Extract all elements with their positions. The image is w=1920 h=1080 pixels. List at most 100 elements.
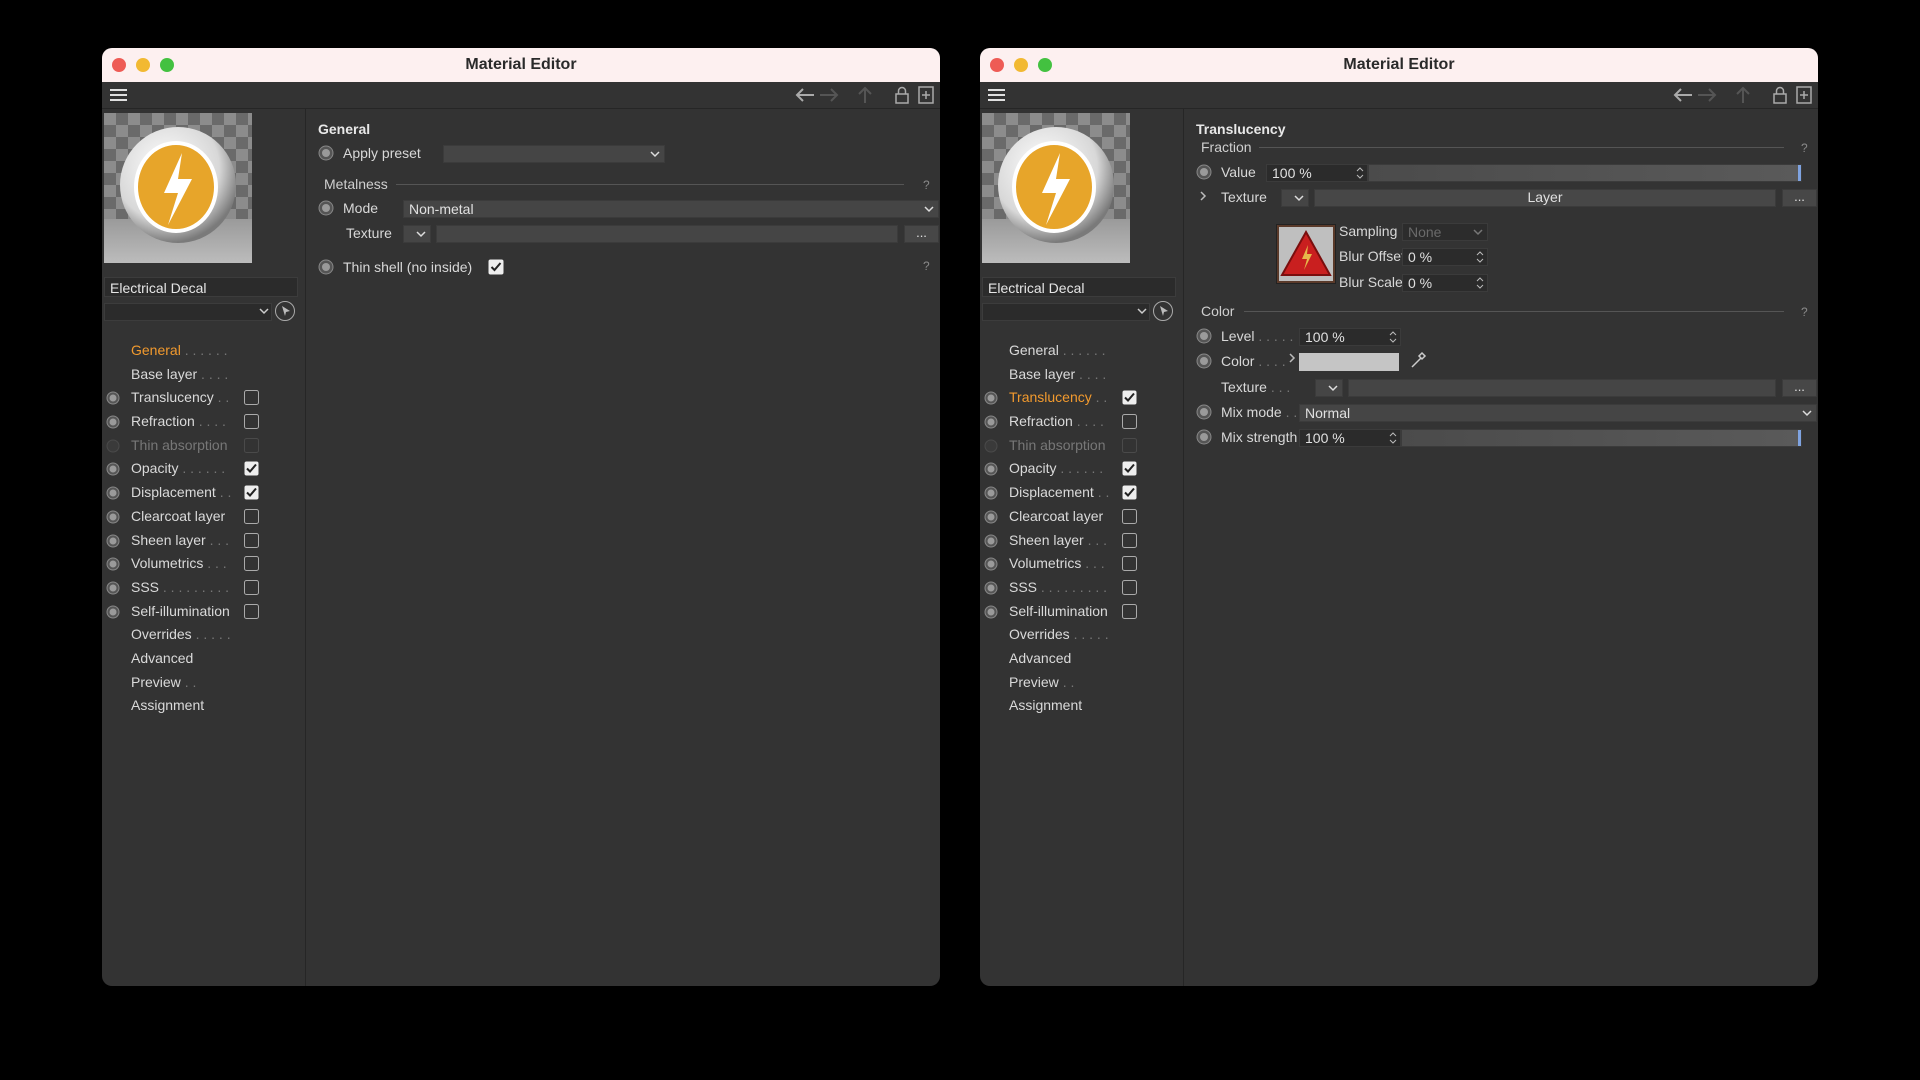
texture2-menu-button[interactable]	[1315, 379, 1343, 397]
mode-dropdown[interactable]: Non-metal	[403, 200, 939, 218]
nav-item-assignment[interactable]: Assignment	[980, 694, 1183, 718]
blur-offset-input[interactable]: 0 %	[1402, 248, 1488, 266]
nav-item-refraction[interactable]: Refraction . . . .	[102, 410, 305, 434]
enable-radio-icon[interactable]	[106, 415, 120, 429]
help-icon[interactable]: ?	[1801, 141, 1808, 155]
nav-item-advanced[interactable]: Advanced	[980, 647, 1183, 671]
texture-browse-button[interactable]: ...	[904, 225, 939, 243]
lock-icon[interactable]	[1772, 86, 1788, 104]
up-arrow-icon[interactable]	[1734, 86, 1752, 104]
material-name-field[interactable]: Electrical Decal	[982, 277, 1176, 297]
nav-item-self-illumination[interactable]: Self-illumination	[102, 600, 305, 624]
help-icon[interactable]: ?	[923, 178, 930, 192]
mix-strength-input[interactable]: 100 %	[1299, 429, 1401, 447]
nav-item-thin-absorption[interactable]: Thin absorption	[980, 434, 1183, 458]
enable-radio-icon[interactable]	[984, 605, 998, 619]
texture-browse-button[interactable]: ...	[1782, 189, 1817, 207]
thin-shell-radio-icon[interactable]	[318, 259, 334, 275]
enable-radio-icon[interactable]	[984, 510, 998, 524]
texture2-slot[interactable]	[1348, 379, 1776, 397]
section-checkbox[interactable]	[1122, 390, 1137, 405]
section-checkbox[interactable]	[244, 414, 259, 430]
section-checkbox[interactable]	[1122, 508, 1137, 524]
nav-item-sss[interactable]: SSS . . . . . . . . .	[980, 576, 1183, 600]
material-selector[interactable]	[104, 303, 272, 321]
enable-radio-icon[interactable]	[984, 415, 998, 429]
value-slider[interactable]	[1368, 164, 1802, 182]
nav-item-translucency[interactable]: Translucency . .	[102, 386, 305, 410]
back-arrow-icon[interactable]	[794, 86, 816, 104]
enable-radio-icon[interactable]	[106, 534, 120, 548]
back-arrow-icon[interactable]	[1672, 86, 1694, 104]
texture-menu-button[interactable]	[1281, 189, 1309, 207]
chevron-right-icon[interactable]	[1198, 190, 1208, 202]
chevron-right-icon[interactable]	[1287, 352, 1297, 364]
color-radio-icon[interactable]	[1196, 353, 1212, 369]
nav-item-volumetrics[interactable]: Volumetrics . . .	[980, 552, 1183, 576]
apply-preset-radio-icon[interactable]	[318, 145, 334, 161]
title-bar[interactable]: Material Editor	[102, 48, 940, 83]
level-input[interactable]: 100 %	[1299, 328, 1401, 346]
section-checkbox[interactable]	[1122, 485, 1137, 500]
nav-item-thin-absorption[interactable]: Thin absorption	[102, 434, 305, 458]
section-checkbox[interactable]	[244, 603, 259, 619]
help-icon[interactable]: ?	[1801, 305, 1808, 319]
help-icon[interactable]: ?	[923, 259, 930, 273]
new-window-icon[interactable]	[918, 86, 934, 104]
nav-item-base-layer[interactable]: Base layer . . . .	[102, 363, 305, 387]
nav-item-preview[interactable]: Preview . .	[980, 671, 1183, 695]
mix-mode-dropdown[interactable]: Normal	[1299, 404, 1817, 422]
nav-item-translucency[interactable]: Translucency . .	[980, 386, 1183, 410]
blur-scale-input[interactable]: 0 %	[1402, 274, 1488, 292]
section-checkbox[interactable]	[244, 532, 259, 548]
thin-shell-checkbox[interactable]	[488, 259, 504, 275]
enable-radio-icon[interactable]	[106, 391, 120, 405]
section-checkbox[interactable]	[244, 556, 259, 572]
enable-radio-icon[interactable]	[984, 486, 998, 500]
enable-radio-icon[interactable]	[984, 462, 998, 476]
value-input[interactable]: 100 %	[1266, 164, 1368, 182]
nav-item-displacement[interactable]: Displacement . .	[980, 481, 1183, 505]
texture-thumbnail[interactable]	[1276, 224, 1336, 284]
pick-material-icon[interactable]	[275, 301, 295, 321]
level-radio-icon[interactable]	[1196, 328, 1212, 344]
nav-item-general[interactable]: General . . . . . .	[102, 339, 305, 363]
material-name-field[interactable]: Electrical Decal	[104, 277, 298, 297]
enable-radio-icon[interactable]	[106, 605, 120, 619]
enable-radio-icon[interactable]	[106, 486, 120, 500]
slider-handle[interactable]	[1798, 430, 1801, 446]
mix-strength-slider[interactable]	[1401, 429, 1802, 447]
nav-item-general[interactable]: General . . . . . .	[980, 339, 1183, 363]
section-checkbox[interactable]	[244, 485, 259, 500]
nav-item-preview[interactable]: Preview . .	[102, 671, 305, 695]
nav-item-overrides[interactable]: Overrides . . . . .	[980, 623, 1183, 647]
section-checkbox[interactable]	[1122, 579, 1137, 595]
nav-item-volumetrics[interactable]: Volumetrics . . .	[102, 552, 305, 576]
layer-button[interactable]: Layer	[1314, 189, 1776, 207]
section-checkbox[interactable]	[1122, 532, 1137, 548]
section-checkbox[interactable]	[244, 390, 259, 406]
nav-item-opacity[interactable]: Opacity . . . . . .	[102, 457, 305, 481]
enable-radio-icon[interactable]	[106, 439, 120, 453]
eyedropper-icon[interactable]	[1408, 350, 1428, 370]
material-preview[interactable]	[982, 113, 1130, 263]
enable-radio-icon[interactable]	[106, 581, 120, 595]
section-checkbox[interactable]	[1122, 603, 1137, 619]
up-arrow-icon[interactable]	[856, 86, 874, 104]
mix-strength-radio-icon[interactable]	[1196, 429, 1212, 445]
pick-material-icon[interactable]	[1153, 301, 1173, 321]
nav-item-base-layer[interactable]: Base layer . . . .	[980, 363, 1183, 387]
nav-item-clearcoat-layer[interactable]: Clearcoat layer	[980, 505, 1183, 529]
enable-radio-icon[interactable]	[106, 462, 120, 476]
nav-item-advanced[interactable]: Advanced	[102, 647, 305, 671]
section-checkbox[interactable]	[1122, 414, 1137, 430]
lock-icon[interactable]	[894, 86, 910, 104]
material-selector[interactable]	[982, 303, 1150, 321]
section-checkbox[interactable]	[1122, 461, 1137, 476]
enable-radio-icon[interactable]	[106, 510, 120, 524]
spinner-icon[interactable]	[1476, 276, 1484, 290]
hamburger-menu-icon[interactable]	[988, 89, 1005, 101]
spinner-icon[interactable]	[1389, 431, 1397, 445]
spinner-icon[interactable]	[1476, 250, 1484, 264]
apply-preset-dropdown[interactable]	[443, 145, 665, 163]
